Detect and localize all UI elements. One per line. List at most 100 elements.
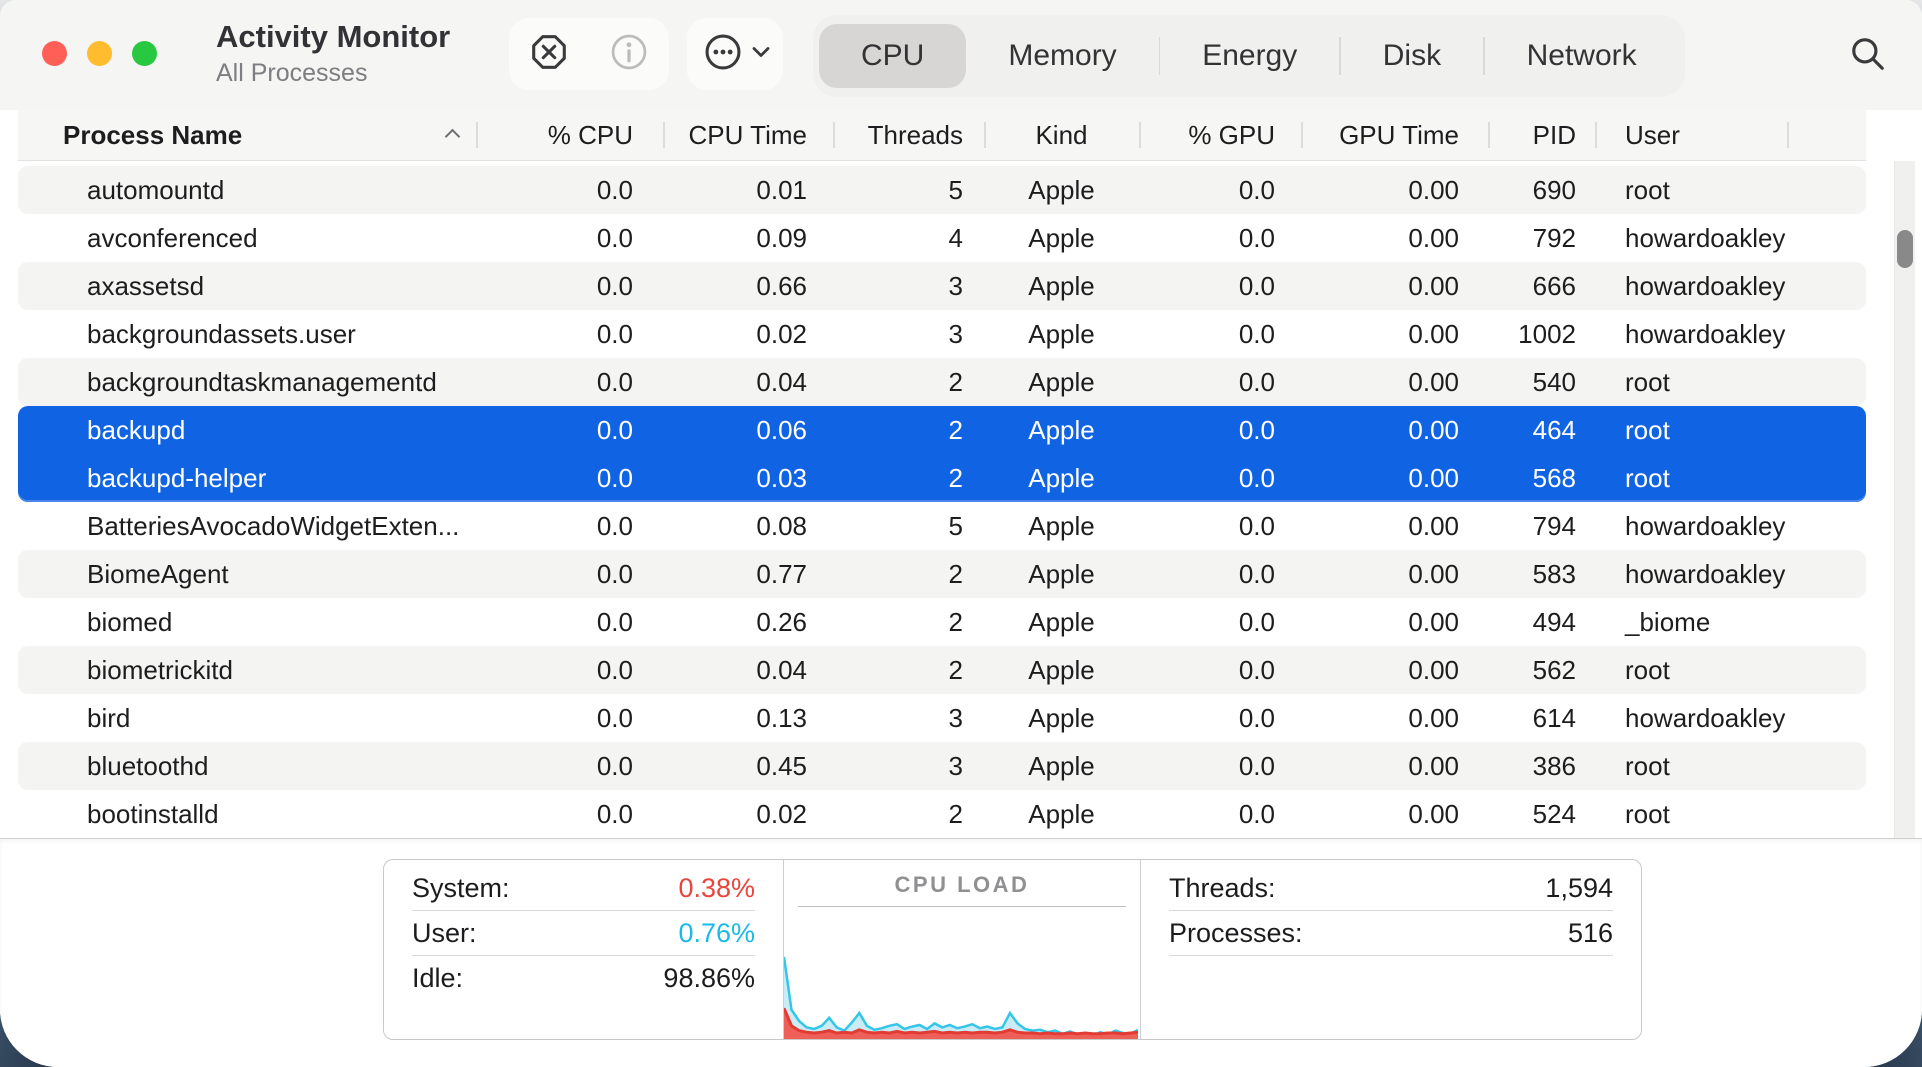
user-cell: root	[1595, 742, 1866, 790]
kind-cell: Apple	[984, 742, 1139, 790]
table-row[interactable]: BatteriesAvocadoWidgetExten... 0.0 0.08 …	[18, 502, 1866, 550]
tab-cpu[interactable]: CPU	[819, 24, 966, 88]
tab-energy[interactable]: Energy	[1160, 24, 1339, 88]
cpu-percent-cell: 0.0	[476, 550, 663, 598]
gpu-time-cell: 0.00	[1301, 406, 1488, 454]
process-name-cell: backupd	[18, 406, 476, 454]
activity-monitor-window: Activity Monitor All Processes	[0, 0, 1922, 1067]
gpu-percent-cell: 0.0	[1139, 406, 1301, 454]
table-row[interactable]: backgroundtaskmanagementd 0.0 0.04 2 App…	[18, 358, 1866, 406]
threads-cell: 5	[833, 166, 984, 214]
scrollbar-thumb[interactable]	[1897, 230, 1913, 268]
gpu-time-cell: 0.00	[1301, 262, 1488, 310]
column-pid[interactable]: PID	[1488, 110, 1595, 160]
table-row[interactable]: axassetsd 0.0 0.66 3 Apple 0.0 0.00 666 …	[18, 262, 1866, 310]
close-window-button[interactable]	[42, 41, 67, 66]
process-name-cell: BiomeAgent	[18, 550, 476, 598]
tab-network[interactable]: Network	[1485, 24, 1679, 88]
threads-row: Threads: 1,594	[1169, 866, 1613, 911]
tab-disk[interactable]: Disk	[1341, 24, 1483, 88]
gpu-time-cell: 0.00	[1301, 790, 1488, 838]
cpu-percent-cell: 0.0	[476, 358, 663, 406]
kind-cell: Apple	[984, 454, 1139, 502]
process-name-cell: backupd-helper	[18, 454, 476, 502]
column-cpu-percent[interactable]: % CPU	[476, 110, 663, 160]
graph-divider	[798, 906, 1126, 907]
table-row[interactable]: biomed 0.0 0.26 2 Apple 0.0 0.00 494 _bi…	[18, 598, 1866, 646]
tab-memory[interactable]: Memory	[966, 24, 1158, 88]
cpu-percent-cell: 0.0	[476, 166, 663, 214]
more-options-button[interactable]	[687, 18, 783, 90]
cpu-load-graph-box: CPU LOAD	[784, 860, 1141, 1039]
kind-cell: Apple	[984, 166, 1139, 214]
cpu-time-cell: 0.77	[663, 550, 833, 598]
inspect-process-button[interactable]	[600, 25, 658, 83]
ellipsis-circle-icon	[701, 30, 745, 79]
table-row[interactable]: bootinstalld 0.0 0.02 2 Apple 0.0 0.00 5…	[18, 790, 1866, 838]
kind-cell: Apple	[984, 790, 1139, 838]
footer: System: 0.38% User: 0.76% Idle: 98.86% C…	[0, 838, 1922, 1067]
column-kind[interactable]: Kind	[984, 110, 1139, 160]
cpu-percent-cell: 0.0	[476, 646, 663, 694]
minimize-window-button[interactable]	[87, 41, 112, 66]
gpu-time-cell: 0.00	[1301, 694, 1488, 742]
cpu-percent-cell: 0.0	[476, 694, 663, 742]
cpu-percent-cell: 0.0	[476, 742, 663, 790]
threads-value: 1,594	[1545, 866, 1613, 910]
table-row[interactable]: backupd 0.0 0.06 2 Apple 0.0 0.00 464 ro…	[18, 406, 1866, 454]
column-cpu-time[interactable]: CPU Time	[663, 110, 833, 160]
pid-cell: 494	[1488, 598, 1595, 646]
table-row[interactable]: bluetoothd 0.0 0.45 3 Apple 0.0 0.00 386…	[18, 742, 1866, 790]
search-button[interactable]	[1842, 30, 1894, 82]
gpu-percent-cell: 0.0	[1139, 598, 1301, 646]
window-title-block: Activity Monitor All Processes	[216, 19, 450, 88]
threads-label: Threads:	[1169, 866, 1276, 910]
view-tabs: CPU Memory Energy Disk Network	[813, 15, 1685, 97]
user-cell: howardoakley	[1595, 214, 1866, 262]
column-process-name[interactable]: Process Name	[18, 110, 476, 160]
processes-row: Processes: 516	[1169, 911, 1613, 956]
cpu-time-cell: 0.04	[663, 358, 833, 406]
gpu-time-cell: 0.00	[1301, 742, 1488, 790]
column-gpu-time[interactable]: GPU Time	[1301, 110, 1488, 160]
cpu-percent-cell: 0.0	[476, 790, 663, 838]
table-row[interactable]: backgroundassets.user 0.0 0.02 3 Apple 0…	[18, 310, 1866, 358]
stop-process-button[interactable]	[520, 25, 578, 83]
kind-cell: Apple	[984, 358, 1139, 406]
user-stat-row: User: 0.76%	[412, 911, 755, 956]
gpu-time-cell: 0.00	[1301, 502, 1488, 550]
table-row[interactable]: biometrickitd 0.0 0.04 2 Apple 0.0 0.00 …	[18, 646, 1866, 694]
table-row[interactable]: BiomeAgent 0.0 0.77 2 Apple 0.0 0.00 583…	[18, 550, 1866, 598]
table-row[interactable]: avconferenced 0.0 0.09 4 Apple 0.0 0.00 …	[18, 214, 1866, 262]
info-circle-icon	[607, 30, 651, 79]
table-row[interactable]: bird 0.0 0.13 3 Apple 0.0 0.00 614 howar…	[18, 694, 1866, 742]
desktop-background: Activity Monitor All Processes	[0, 0, 1922, 1067]
column-threads[interactable]: Threads	[833, 110, 984, 160]
column-gpu-percent[interactable]: % GPU	[1139, 110, 1301, 160]
threads-cell: 2	[833, 358, 984, 406]
pid-cell: 540	[1488, 358, 1595, 406]
cpu-time-cell: 0.26	[663, 598, 833, 646]
table-row[interactable]: automountd 0.0 0.01 5 Apple 0.0 0.00 690…	[18, 166, 1866, 214]
system-value: 0.38%	[678, 866, 755, 910]
user-cell: howardoakley	[1595, 502, 1866, 550]
gpu-percent-cell: 0.0	[1139, 502, 1301, 550]
kind-cell: Apple	[984, 406, 1139, 454]
kind-cell: Apple	[984, 598, 1139, 646]
sort-ascending-icon	[445, 129, 461, 145]
gpu-time-cell: 0.00	[1301, 454, 1488, 502]
pid-cell: 524	[1488, 790, 1595, 838]
threads-cell: 3	[833, 694, 984, 742]
user-value: 0.76%	[678, 911, 755, 955]
column-user[interactable]: User	[1595, 110, 1866, 160]
processes-label: Processes:	[1169, 911, 1303, 955]
kind-cell: Apple	[984, 646, 1139, 694]
cpu-time-cell: 0.45	[663, 742, 833, 790]
cpu-time-cell: 0.02	[663, 790, 833, 838]
cpu-percent-cell: 0.0	[476, 454, 663, 502]
pid-cell: 1002	[1488, 310, 1595, 358]
vertical-scrollbar[interactable]	[1894, 161, 1915, 838]
table-row[interactable]: backupd-helper 0.0 0.03 2 Apple 0.0 0.00…	[18, 454, 1866, 502]
zoom-window-button[interactable]	[132, 41, 157, 66]
octagon-x-icon	[527, 30, 571, 79]
